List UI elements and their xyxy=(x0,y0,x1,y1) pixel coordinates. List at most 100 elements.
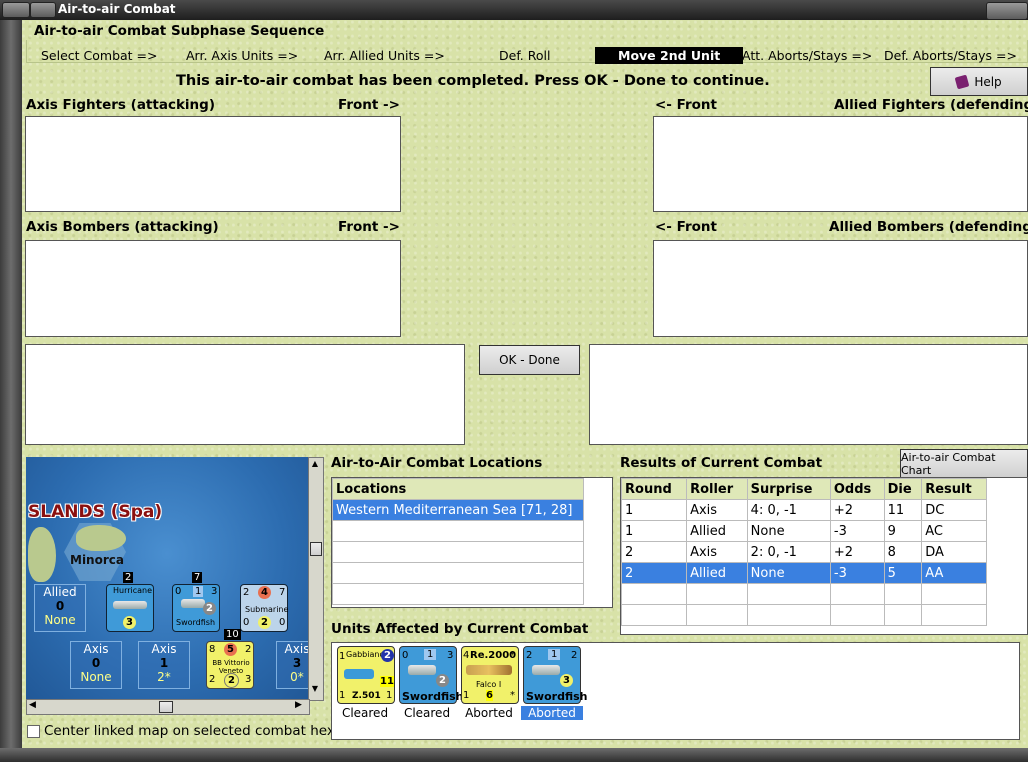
col-die: Die xyxy=(883,478,923,500)
map-axis-box-3[interactable]: Axis 3 0* xyxy=(276,641,308,689)
torpedo-plane-icon xyxy=(408,665,436,675)
locations-title: Air-to-Air Combat Locations xyxy=(331,455,543,471)
allied-message-box xyxy=(589,344,1028,445)
phase-sequence-box: Air-to-air Combat Subphase Sequence Sele… xyxy=(26,22,1028,64)
axis-fighters-label: Axis Fighters (attacking) xyxy=(26,97,215,113)
help-button[interactable]: Help xyxy=(930,67,1028,96)
minorca-island xyxy=(76,525,126,551)
window-restore-icon[interactable] xyxy=(30,2,56,18)
results-panel[interactable]: Round Roller Surprise Odds Die Result 1A… xyxy=(620,477,1028,635)
ok-done-button[interactable]: OK - Done xyxy=(479,345,580,375)
status-message: This air-to-air combat has been complete… xyxy=(176,73,770,89)
map-axis-box-1[interactable]: Axis 0 None xyxy=(70,641,122,689)
allied-fighters-label: Allied Fighters (defending) xyxy=(834,97,1028,113)
step-arr-allied-units: Arr. Allied Units => xyxy=(324,48,445,63)
window-title: Air-to-air Combat xyxy=(58,2,176,16)
unit-status-selected: Aborted xyxy=(521,706,583,720)
results-row[interactable]: 1 Allied None -3 9 AC xyxy=(620,520,987,542)
location-row-empty xyxy=(332,541,584,563)
scroll-right-icon[interactable]: ▶ xyxy=(295,700,302,710)
center-map-checkbox[interactable] xyxy=(27,725,40,738)
map-axis-box-2[interactable]: Axis 1 2* xyxy=(138,641,190,689)
help-book-icon xyxy=(954,74,970,89)
minorca-label: Minorca xyxy=(70,553,124,567)
map-horizontal-scrollbar[interactable]: ◀ ▶ xyxy=(26,699,310,715)
results-title: Results of Current Combat xyxy=(620,455,823,471)
unit-status: Aborted xyxy=(465,706,513,720)
location-row-empty xyxy=(332,583,584,605)
col-roller: Roller xyxy=(686,478,748,500)
step-def-aborts: Def. Aborts/Stays => xyxy=(884,48,1017,63)
results-row-empty xyxy=(620,604,987,626)
seaplane-icon xyxy=(344,669,374,679)
results-row[interactable]: 1 Axis 4: 0, -1 +2 11 DC xyxy=(620,499,987,521)
axis-bombers-label: Axis Bombers (attacking) xyxy=(26,219,219,235)
linked-map[interactable]: SLANDS (Spa) Minorca Allied 0 None 2 Hur… xyxy=(26,457,308,699)
map-allied-box[interactable]: Allied 0 None xyxy=(34,584,86,632)
axis-fighters-front-label: Front -> xyxy=(338,97,400,113)
axis-message-box xyxy=(25,344,465,445)
allied-fighters-front-label: <- Front xyxy=(655,97,717,113)
results-row-selected[interactable]: 2 Allied None -3 5 AA xyxy=(620,562,987,584)
location-row-empty xyxy=(332,562,584,584)
unit-counter-z501[interactable]: 1 Gabbiano 2 11 1 Z.501 1 xyxy=(337,646,395,704)
units-affected-title: Units Affected by Current Combat xyxy=(331,621,589,637)
map-vscroll-thumb[interactable] xyxy=(310,542,322,556)
left-frame xyxy=(0,20,22,762)
phase-sequence-title: Air-to-air Combat Subphase Sequence xyxy=(34,23,325,39)
island-shape xyxy=(28,527,56,582)
hurricane-stack-count: 2 xyxy=(123,572,134,583)
window-titlebar: Air-to-air Combat xyxy=(0,0,1028,20)
center-map-label: Center linked map on selected combat hex xyxy=(44,723,335,739)
bottom-frame xyxy=(0,748,1028,762)
scroll-up-icon[interactable]: ▲ xyxy=(310,459,320,471)
location-row-empty xyxy=(332,520,584,542)
unit-status: Cleared xyxy=(403,706,451,720)
col-round: Round xyxy=(620,478,688,500)
step-att-aborts: Att. Aborts/Stays => xyxy=(742,48,873,63)
allied-fighters-box[interactable] xyxy=(653,116,1028,212)
swordfish-stack-count: 7 xyxy=(192,572,203,583)
scroll-down-icon[interactable]: ▼ xyxy=(310,684,320,696)
results-table: Round Roller Surprise Odds Die Result 1A… xyxy=(620,478,987,626)
locations-list[interactable]: Locations Western Mediterranean Sea [71,… xyxy=(331,477,613,608)
step-select-combat: Select Combat => xyxy=(41,48,158,63)
col-surprise: Surprise xyxy=(746,478,831,500)
unit-counter-swordfish-1[interactable]: 0 1 3 2 Swordfish xyxy=(399,646,463,704)
torpedo-plane-icon xyxy=(532,665,560,675)
unit-status: Cleared xyxy=(341,706,389,720)
combat-chart-button[interactable]: Air-to-air Combat Chart xyxy=(900,449,1028,479)
results-row[interactable]: 2 Axis 2: 0, -1 +2 8 DA xyxy=(620,541,987,563)
swordfish-counter[interactable]: 0 1 3 2 Swordfish xyxy=(172,584,220,632)
step-def-roll: Def. Roll xyxy=(499,48,551,63)
map-hscroll-thumb[interactable] xyxy=(159,701,173,713)
submarine-counter[interactable]: 2 4 7 Submarine 0 2 0 xyxy=(240,584,288,632)
bb-vittorio-veneto-counter[interactable]: 8 5 2 BB Vittorio Veneto 2 2 3 xyxy=(206,641,254,689)
axis-bombers-box[interactable] xyxy=(25,240,401,337)
locations-table: Locations Western Mediterranean Sea [71,… xyxy=(332,478,584,605)
window-menu-icon[interactable] xyxy=(2,2,30,18)
window-close-button[interactable] xyxy=(986,2,1028,20)
allied-bombers-front-label: <- Front xyxy=(655,219,717,235)
fighter-plane-icon xyxy=(466,665,512,675)
bb-stack-count: 10 xyxy=(224,629,241,640)
col-odds: Odds xyxy=(829,478,885,500)
locations-header: Locations xyxy=(332,478,584,500)
col-result: Result xyxy=(921,478,987,500)
axis-bombers-front-label: Front -> xyxy=(338,219,400,235)
unit-counter-re2000[interactable]: 4 Re.2000 * Falco I 1 6 * xyxy=(461,646,519,704)
step-move-2nd-unit: Move 2nd Unit xyxy=(595,47,744,64)
axis-fighters-box[interactable] xyxy=(25,116,401,212)
map-region-label: SLANDS (Spa) xyxy=(28,502,163,522)
allied-bombers-box[interactable] xyxy=(653,240,1028,337)
help-label: Help xyxy=(974,74,1002,89)
location-row[interactable]: Western Mediterranean Sea [71, 28] xyxy=(332,499,584,521)
results-row-empty xyxy=(620,583,987,605)
scroll-left-icon[interactable]: ◀ xyxy=(29,700,36,710)
step-arr-axis-units: Arr. Axis Units => xyxy=(186,48,299,63)
unit-counter-swordfish-2[interactable]: 2 1 2 3 Swordfish xyxy=(523,646,587,704)
map-vertical-scrollbar[interactable]: ▲ ▼ xyxy=(308,457,324,701)
hurricane-counter[interactable]: Hurricane 3 xyxy=(106,584,154,632)
units-affected-panel[interactable]: 1 Gabbiano 2 11 1 Z.501 1 Cleared 0 1 3 … xyxy=(331,642,1020,740)
allied-bombers-label: Allied Bombers (defending) xyxy=(829,219,1028,235)
